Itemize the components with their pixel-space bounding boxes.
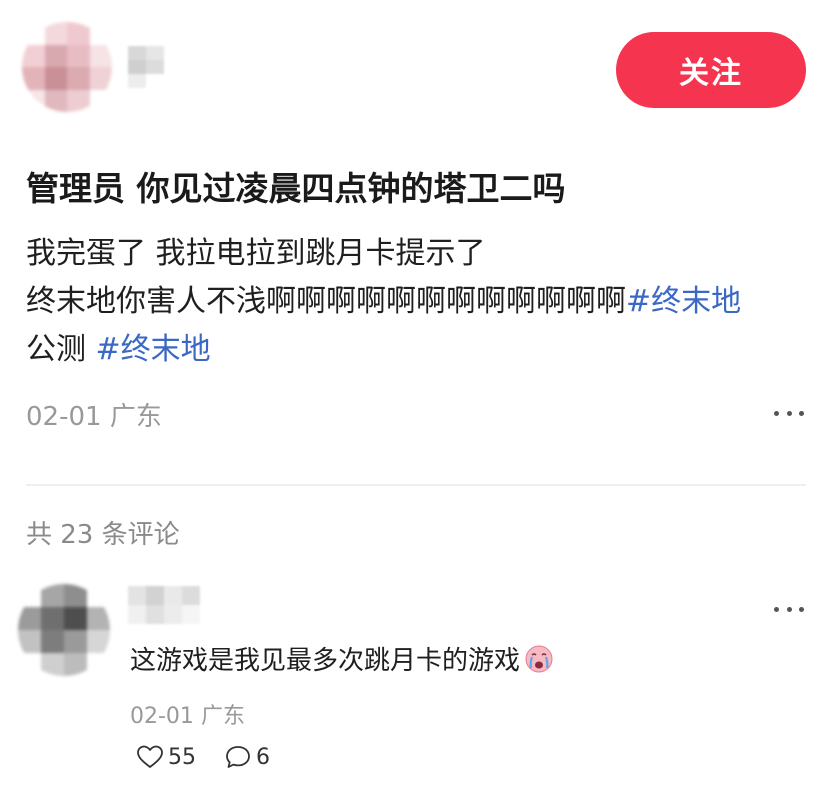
post-body-line: 公测 #终末地 — [26, 326, 796, 374]
post-date: 02-01 — [26, 402, 102, 432]
more-dots-icon[interactable] — [774, 594, 804, 624]
hashtag-link[interactable]: #终末地 — [626, 284, 741, 319]
comment-date: 02-01 — [130, 704, 194, 729]
hashtag-link[interactable]: #终末地 — [96, 332, 211, 367]
divider — [26, 484, 806, 486]
post-body-line: 终末地你害人不浅啊啊啊啊啊啊啊啊啊啊啊啊#终末地 — [26, 278, 796, 326]
like-count: 55 — [168, 744, 196, 770]
follow-button[interactable]: 关注 — [616, 32, 806, 108]
post-location: 广东 — [109, 402, 162, 432]
heart-outline-icon — [137, 745, 163, 768]
commenter-avatar[interactable] — [18, 584, 110, 676]
reply-count: 6 — [256, 744, 270, 770]
commenter-name[interactable] — [128, 586, 200, 624]
comment-text-content: 这游戏是我见最多次跳月卡的游戏 — [130, 646, 521, 676]
comment-location: 广东 — [200, 704, 245, 729]
author-avatar[interactable] — [22, 22, 112, 112]
comment-meta: 02-01 广东 — [130, 698, 245, 730]
like-button[interactable]: 55 — [136, 744, 196, 770]
post-title: 管理员 你见过凌晨四点钟的塔卫二吗 — [26, 169, 566, 208]
post-body-text: 终末地你害人不浅啊啊啊啊啊啊啊啊啊啊啊啊 — [26, 284, 626, 319]
more-dots-icon[interactable] — [774, 398, 804, 428]
post-body-line: 我完蛋了 我拉电拉到跳月卡提示了 — [26, 236, 486, 271]
post-meta: 02-01 广东 — [26, 396, 162, 433]
speech-bubble-icon — [226, 746, 250, 768]
reply-button[interactable]: 6 — [224, 744, 270, 770]
crying-face-emoji-icon — [525, 645, 553, 672]
post-body: 我完蛋了 我拉电拉到跳月卡提示了 终末地你害人不浅啊啊啊啊啊啊啊啊啊啊啊啊#终末… — [26, 230, 796, 374]
author-name[interactable] — [128, 46, 164, 88]
post-body-text: 公测 — [26, 332, 96, 367]
comment-count: 共 23 条评论 — [26, 520, 180, 550]
comment-text: 这游戏是我见最多次跳月卡的游戏 — [130, 640, 554, 677]
